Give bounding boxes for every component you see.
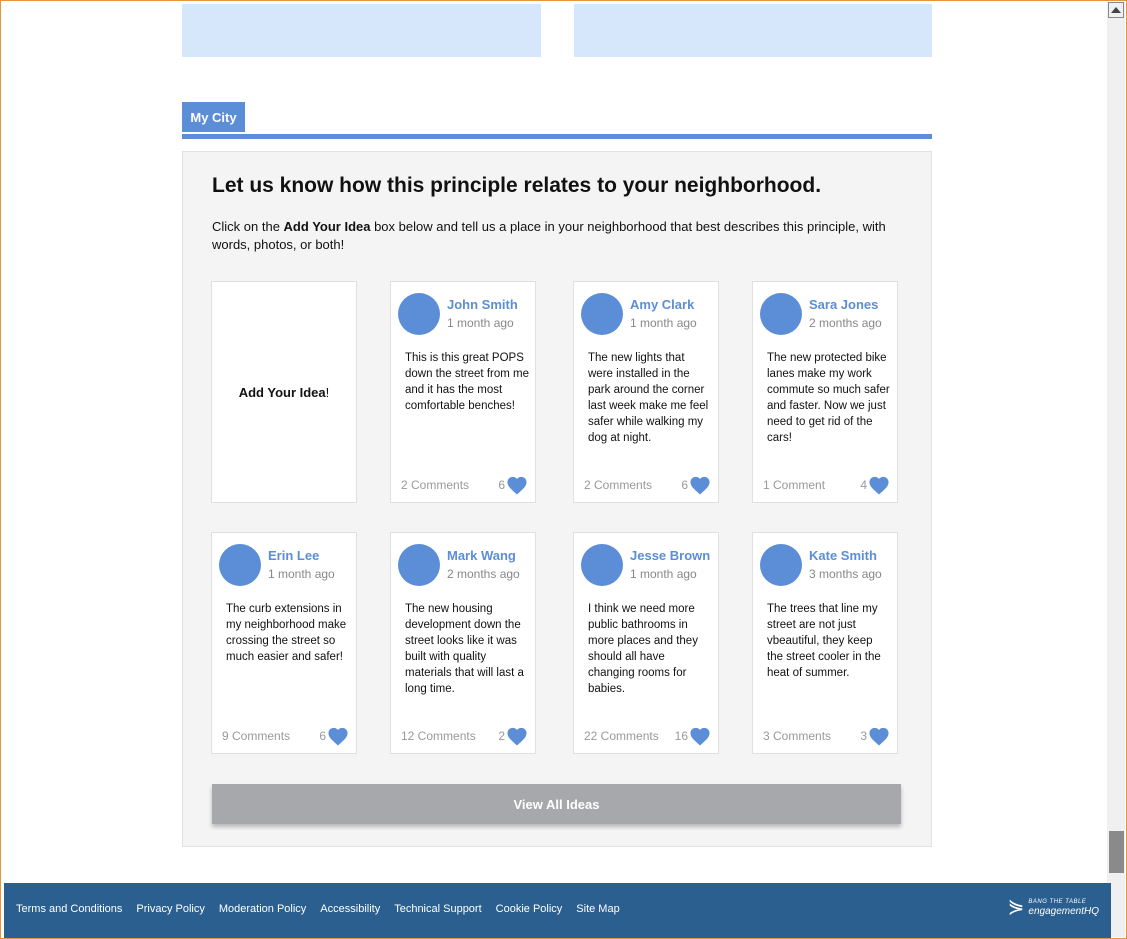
post-time: 1 month ago [447,316,514,330]
intro-text-bold: Add Your Idea [283,219,371,234]
top-content-box-right [574,4,932,57]
add-idea-label-bold: Add Your Idea [238,384,326,400]
tab-underline [182,134,932,139]
comments-link[interactable]: 1 Comment [763,478,825,492]
avatar [398,544,440,586]
scrollbar-thumb[interactable] [1109,831,1124,873]
like-count: 16 [674,729,688,743]
add-idea-label: Add Your Idea! [239,385,330,400]
author-name[interactable]: John Smith [447,297,518,312]
section-heading: Let us know how this principle relates t… [212,174,822,197]
post-time: 3 months ago [809,567,882,581]
idea-card[interactable]: Sara Jones 2 months ago The new protecte… [752,281,898,503]
ideas-panel: Let us know how this principle relates t… [182,151,932,847]
author-name[interactable]: Jesse Brown [630,548,710,563]
idea-text: The new housing development down the str… [405,603,524,695]
heart-icon[interactable] [506,475,528,495]
idea-text: This is this great POPS down the street … [405,352,529,412]
tab-my-city[interactable]: My City [182,102,245,132]
idea-card[interactable]: Erin Lee 1 month ago The curb extensions… [211,532,357,754]
avatar [581,544,623,586]
idea-text: The new protected bike lanes make my wor… [767,352,890,444]
like-count: 4 [860,478,867,492]
site-footer: Terms and Conditions Privacy Policy Mode… [4,883,1111,938]
footer-link-terms[interactable]: Terms and Conditions [16,903,122,915]
idea-card[interactable]: Mark Wang 2 months ago The new housing d… [390,532,536,754]
idea-text: The new lights that were installed in th… [588,352,709,444]
author-name[interactable]: Sara Jones [809,297,878,312]
view-all-ideas-button[interactable]: View All Ideas [212,784,901,824]
scroll-up-icon[interactable] [1108,2,1124,18]
comments-link[interactable]: 2 Comments [584,478,652,492]
like-count: 6 [681,478,688,492]
idea-text: The trees that line my street are not ju… [767,603,881,679]
vertical-scrollbar[interactable] [1107,2,1125,937]
avatar [219,544,261,586]
idea-card[interactable]: Jesse Brown 1 month ago I think we need … [573,532,719,754]
like-count: 6 [498,478,505,492]
avatar [760,293,802,335]
author-name[interactable]: Erin Lee [268,548,319,563]
intro-text-start: Click on the [212,219,284,234]
heart-icon[interactable] [689,726,711,746]
footer-link-moderation[interactable]: Moderation Policy [219,903,306,915]
heart-icon[interactable] [689,475,711,495]
comments-link[interactable]: 3 Comments [763,729,831,743]
post-time: 1 month ago [630,567,697,581]
footer-link-accessibility[interactable]: Accessibility [320,903,380,915]
comments-link[interactable]: 22 Comments [584,729,659,743]
footer-link-technical-support[interactable]: Technical Support [394,903,481,915]
idea-text: I think we need more public bathrooms in… [588,603,698,695]
comments-link[interactable]: 2 Comments [401,478,469,492]
post-time: 2 months ago [447,567,520,581]
logo-text: BANG THE TABLE engagementHQ [1028,898,1099,917]
section-intro: Click on the Add Your Idea box below and… [212,218,912,254]
avatar [581,293,623,335]
add-idea-card[interactable]: Add Your Idea! [211,281,357,503]
post-time: 2 months ago [809,316,882,330]
heart-icon[interactable] [506,726,528,746]
top-content-box-left [182,4,541,57]
comments-link[interactable]: 12 Comments [401,729,476,743]
author-name[interactable]: Amy Clark [630,297,694,312]
idea-card[interactable]: Kate Smith 3 months ago The trees that l… [752,532,898,754]
avatar [760,544,802,586]
idea-text: The curb extensions in my neighborhood m… [226,603,347,663]
post-time: 1 month ago [268,567,335,581]
heart-icon[interactable] [868,726,890,746]
logo-big-text: engagementHQ [1028,906,1099,917]
engagementhq-logo[interactable]: ⋟ BANG THE TABLE engagementHQ [1008,897,1099,917]
logo-mark-icon: ⋟ [1007,896,1025,918]
heart-icon[interactable] [327,726,349,746]
add-idea-label-suffix: ! [325,384,330,400]
like-count: 6 [319,729,326,743]
footer-link-privacy[interactable]: Privacy Policy [136,903,204,915]
author-name[interactable]: Mark Wang [447,548,516,563]
comments-link[interactable]: 9 Comments [222,729,290,743]
post-time: 1 month ago [630,316,697,330]
footer-link-cookie-policy[interactable]: Cookie Policy [496,903,563,915]
footer-link-site-map[interactable]: Site Map [576,903,619,915]
idea-card[interactable]: Amy Clark 1 month ago The new lights tha… [573,281,719,503]
footer-links: Terms and Conditions Privacy Policy Mode… [16,903,620,915]
avatar [398,293,440,335]
heart-icon[interactable] [868,475,890,495]
like-count: 2 [498,729,505,743]
author-name[interactable]: Kate Smith [809,548,877,563]
idea-card[interactable]: John Smith 1 month ago This is this grea… [390,281,536,503]
like-count: 3 [860,729,867,743]
